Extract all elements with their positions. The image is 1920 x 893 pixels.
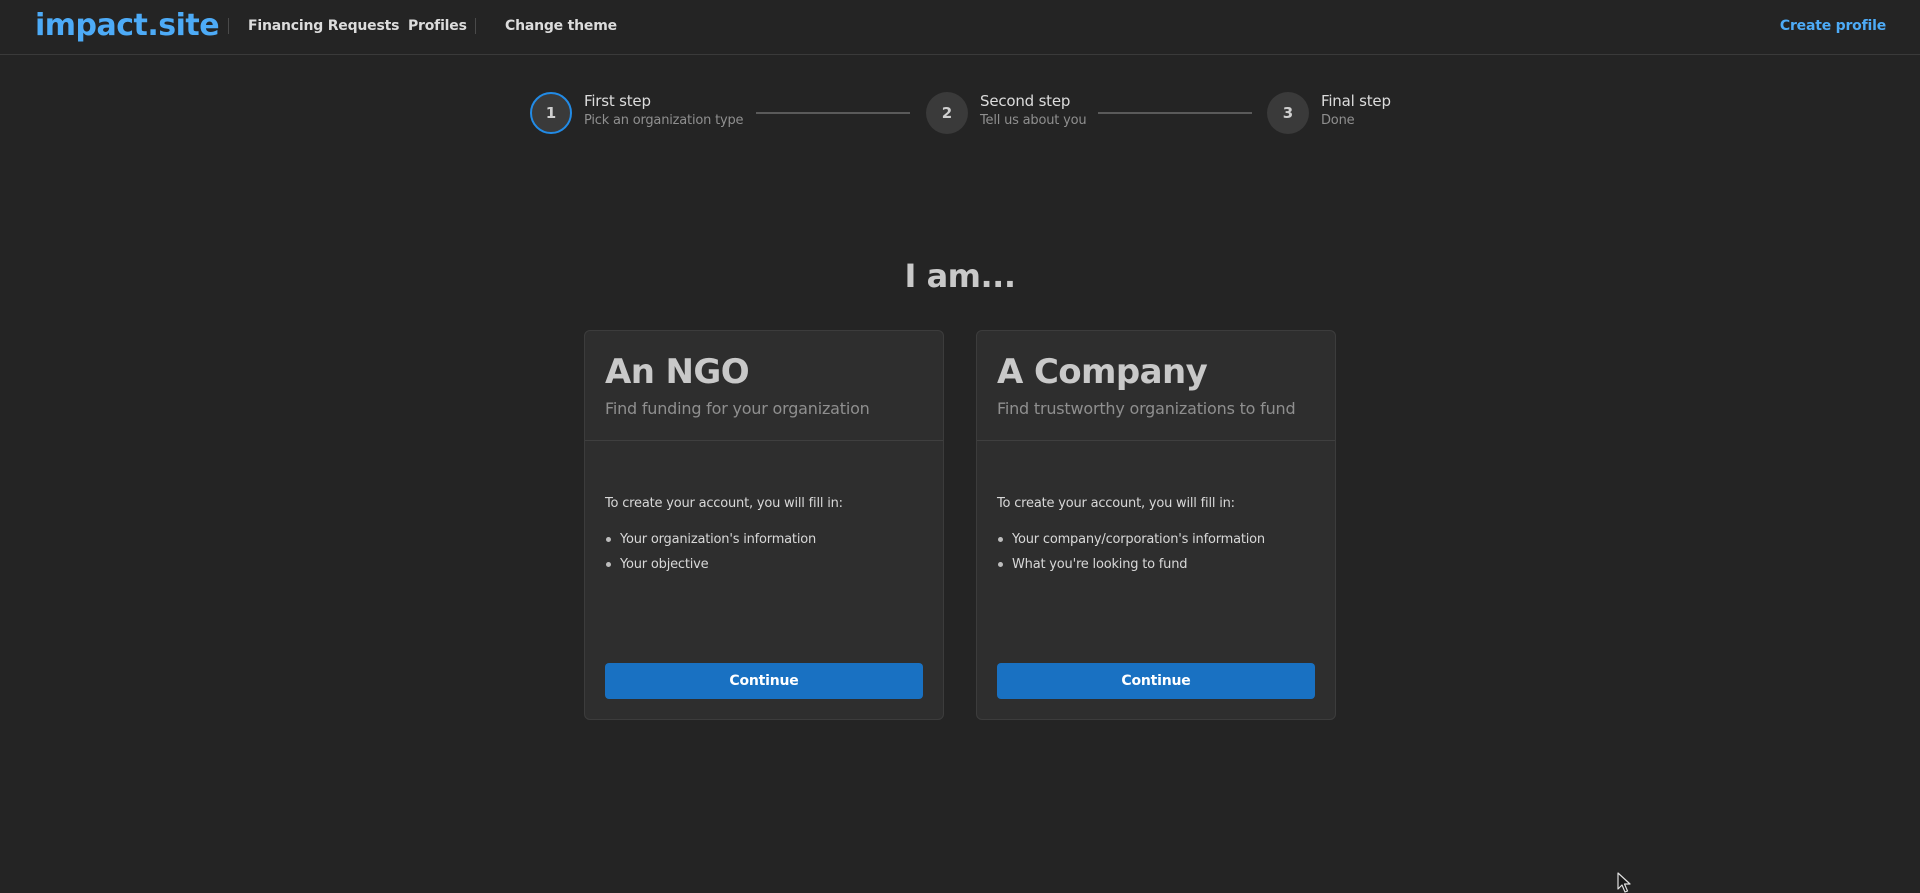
step-3-title: Final step — [1321, 92, 1391, 110]
card-intro-text: To create your account, you will fill in… — [997, 496, 1235, 511]
bullet-icon — [606, 562, 611, 567]
company-continue-button[interactable]: Continue — [997, 663, 1315, 699]
list-item: What you're looking to fund — [997, 556, 1265, 573]
card-intro-text: To create your account, you will fill in… — [605, 496, 843, 511]
step-2-number: 2 — [926, 92, 968, 134]
ngo-continue-button[interactable]: Continue — [605, 663, 923, 699]
site-logo[interactable]: impact.site — [35, 6, 220, 46]
step-3-number: 3 — [1267, 92, 1309, 134]
nav-change-theme[interactable]: Change theme — [505, 17, 617, 35]
ngo-card: An NGO Find funding for your organizatio… — [584, 330, 944, 720]
nav-divider — [475, 18, 476, 34]
step-1-number: 1 — [530, 92, 572, 134]
bullet-icon — [998, 537, 1003, 542]
step-2-title: Second step — [980, 92, 1071, 110]
page-heading: I am... — [904, 257, 1016, 295]
top-navbar: impact.site Financing Requests Profiles … — [0, 0, 1920, 55]
requirements-list: Your organization's information Your obj… — [605, 531, 816, 581]
card-subtitle: Find funding for your organization — [605, 399, 870, 418]
card-title: An NGO — [605, 352, 750, 392]
bullet-icon — [606, 537, 611, 542]
card-title: A Company — [997, 352, 1208, 392]
company-card: A Company Find trustworthy organizations… — [976, 330, 1336, 720]
step-2-description: Tell us about you — [980, 113, 1087, 128]
nav-profiles[interactable]: Profiles — [408, 17, 467, 35]
list-item-text: Your company/corporation's information — [1012, 532, 1265, 547]
nav-financing-requests[interactable]: Financing Requests — [248, 17, 399, 35]
mouse-pointer-icon — [1617, 872, 1631, 893]
step-3-description: Done — [1321, 113, 1355, 128]
list-item-text: Your objective — [620, 557, 709, 572]
list-item: Your organization's information — [605, 531, 816, 548]
step-connector — [756, 112, 910, 114]
card-header: A Company Find trustworthy organizations… — [977, 331, 1335, 441]
card-subtitle: Find trustworthy organizations to fund — [997, 399, 1296, 418]
list-item: Your objective — [605, 556, 816, 573]
list-item-text: Your organization's information — [620, 532, 817, 547]
list-item-text: What you're looking to fund — [1012, 557, 1188, 572]
bullet-icon — [998, 562, 1003, 567]
requirements-list: Your company/corporation's information W… — [997, 531, 1265, 581]
step-1-description: Pick an organization type — [584, 113, 744, 128]
step-connector — [1098, 112, 1252, 114]
step-1-title: First step — [584, 92, 651, 110]
nav-divider — [228, 18, 229, 34]
list-item: Your company/corporation's information — [997, 531, 1265, 548]
card-header: An NGO Find funding for your organizatio… — [585, 331, 943, 441]
create-profile-link[interactable]: Create profile — [1780, 17, 1886, 35]
